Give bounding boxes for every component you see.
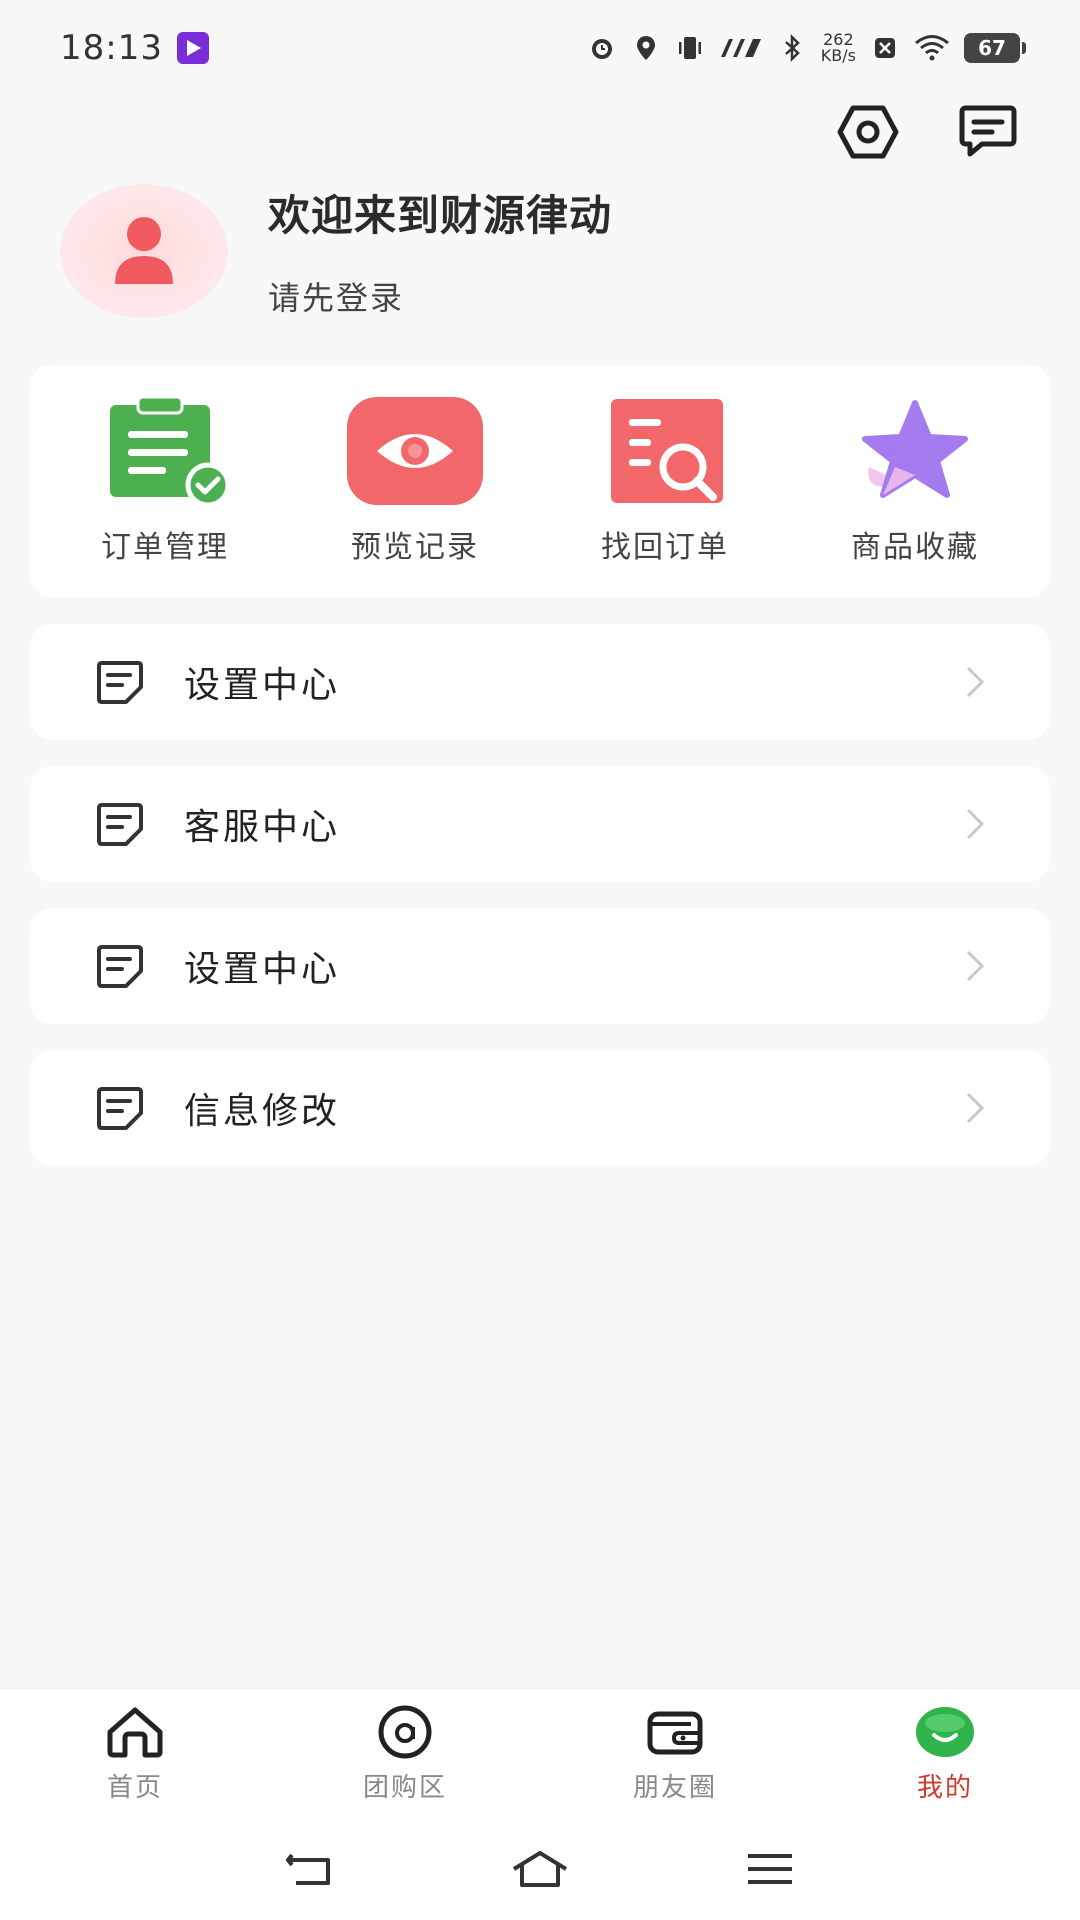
vibrate-icon <box>678 37 701 59</box>
wallet-icon <box>643 1703 707 1761</box>
shortcut-favorites[interactable]: 商品收藏 <box>800 396 1030 566</box>
profile-text: 欢迎来到财源律动 请先登录 <box>268 182 612 319</box>
status-left: 18:13 <box>60 28 209 68</box>
menu-item-label: 信息修改 <box>184 1091 341 1132</box>
tab-moments[interactable]: 朋友圈 <box>575 1703 775 1804</box>
bottom-tab-bar: 首页 团购区 朋友圈 我的 <box>0 1688 1080 1818</box>
settings-button[interactable] <box>836 100 900 164</box>
eye-icon <box>345 396 485 508</box>
shortcut-card: 订单管理 预览记录 找回订单 商品收藏 <box>30 365 1050 597</box>
top-actions <box>836 100 1020 164</box>
message-icon <box>959 105 1017 157</box>
tab-home[interactable]: 首页 <box>35 1703 235 1804</box>
user-icon <box>115 216 173 284</box>
status-bar: 18:13 262 KB/s 67 <box>0 0 1080 96</box>
back-button[interactable] <box>280 1847 340 1891</box>
location-icon <box>636 36 655 60</box>
message-button[interactable] <box>956 100 1020 164</box>
shortcut-label: 订单管理 <box>101 530 229 565</box>
app-notification-icon <box>176 32 209 64</box>
menu-item-settings-center-2[interactable]: 设置中心 <box>30 908 1050 1024</box>
hexagon-settings-icon <box>837 105 899 159</box>
note-icon <box>94 940 146 992</box>
recent-apps-button[interactable] <box>740 1847 800 1891</box>
net-speed-unit: KB/s <box>820 46 856 65</box>
tab-label: 团购区 <box>362 1773 447 1803</box>
chevron-right-icon <box>966 666 985 698</box>
chevron-right-icon <box>966 1092 985 1124</box>
smile-icon <box>913 1703 977 1761</box>
menu-lines-icon <box>748 1854 792 1884</box>
shortcut-label: 找回订单 <box>601 530 729 565</box>
menu-item-label: 设置中心 <box>184 949 341 990</box>
battery-indicator: 67 <box>964 33 1026 63</box>
tab-group-buy[interactable]: 团购区 <box>305 1703 505 1804</box>
shortcut-label: 商品收藏 <box>851 530 979 565</box>
menu-item-label: 设置中心 <box>184 665 341 706</box>
group-buy-icon <box>373 1703 437 1761</box>
menu-item-settings-center[interactable]: 设置中心 <box>30 624 1050 740</box>
menu-item-edit-info[interactable]: 信息修改 <box>30 1050 1050 1166</box>
house-outline-icon <box>512 1851 568 1887</box>
home-icon <box>103 1703 167 1761</box>
wifi-icon <box>915 35 949 61</box>
tab-mine[interactable]: 我的 <box>845 1703 1045 1804</box>
system-navigation-bar <box>0 1818 1080 1920</box>
alarm-icon <box>591 39 612 59</box>
login-link[interactable]: 请先登录 <box>268 273 612 319</box>
tab-label: 我的 <box>916 1773 973 1803</box>
chevron-right-icon <box>966 950 985 982</box>
tab-label: 朋友圈 <box>632 1773 717 1803</box>
menu-item-customer-service[interactable]: 客服中心 <box>30 766 1050 882</box>
shortcut-preview-history[interactable]: 预览记录 <box>300 396 530 566</box>
chevron-right-icon <box>966 808 985 840</box>
back-icon <box>286 1853 330 1885</box>
note-icon <box>94 656 146 708</box>
bluetooth-icon <box>784 33 800 63</box>
welcome-title: 欢迎来到财源律动 <box>268 191 613 240</box>
shortcut-label: 预览记录 <box>351 530 479 565</box>
profile-header: 欢迎来到财源律动 请先登录 <box>60 182 612 319</box>
status-time: 18:13 <box>60 28 163 68</box>
shortcut-recover-order[interactable]: 找回订单 <box>550 396 780 566</box>
network-speed: 262 KB/s <box>821 32 856 64</box>
menu-item-label: 客服中心 <box>184 807 341 848</box>
signal-icon <box>720 39 761 57</box>
document-search-icon <box>595 396 735 508</box>
clipboard-check-icon <box>95 396 235 508</box>
avatar[interactable] <box>60 183 228 318</box>
home-system-button[interactable] <box>510 1847 570 1891</box>
tab-label: 首页 <box>106 1773 163 1803</box>
sim-icon <box>875 38 895 58</box>
status-right: 262 KB/s 67 <box>587 32 1026 64</box>
shortcut-order-management[interactable]: 订单管理 <box>50 396 280 566</box>
note-icon <box>94 798 146 850</box>
star-icon <box>845 396 985 508</box>
note-icon <box>94 1082 146 1134</box>
